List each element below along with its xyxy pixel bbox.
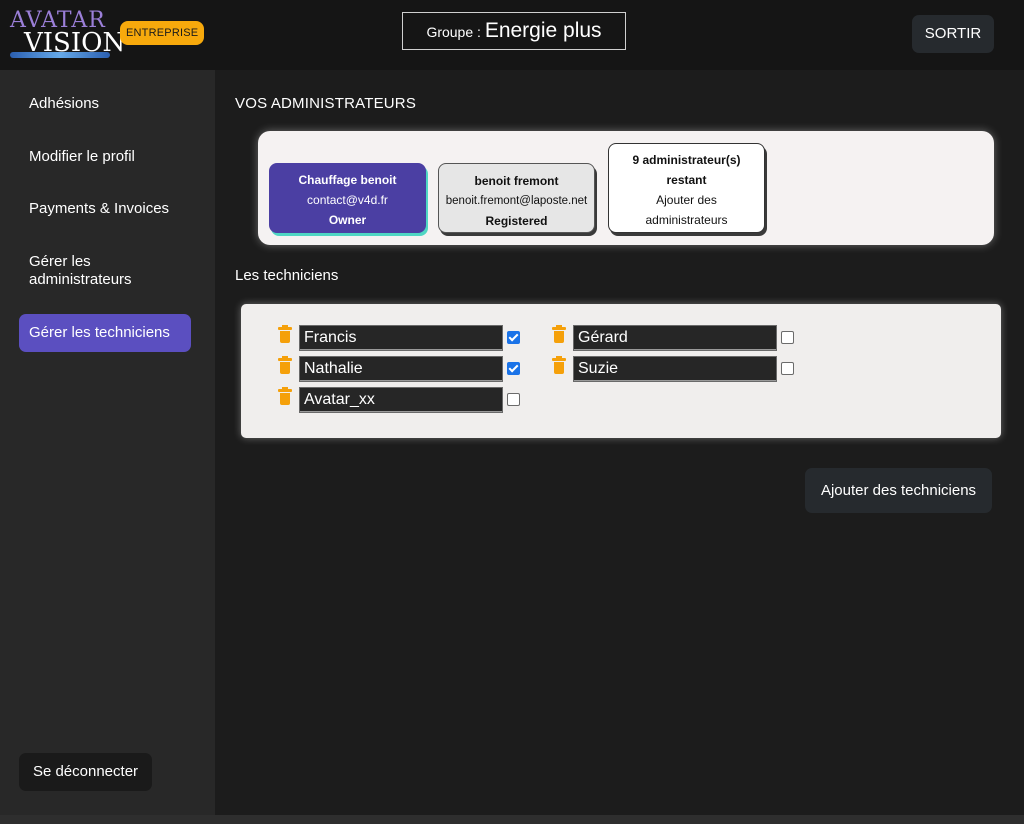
technician-name-input[interactable]: Nathalie [299,356,503,382]
technician-name-input[interactable]: Francis [299,325,503,351]
technician-name-input[interactable]: Avatar_xx [299,387,503,413]
group-label: Groupe : [426,24,485,40]
admin-role: Owner [328,213,367,227]
group-name: Energie plus [484,19,602,42]
sidebar-item-gerer-administrateurs[interactable]: Gérer les administrateurs [19,253,184,289]
logout-button[interactable]: Se déconnecter [19,753,152,791]
technician-name-input[interactable]: Gérard [573,325,777,351]
group-indicator: Groupe : Energie plus [402,12,626,50]
technician-name-input[interactable]: Suzie [573,356,777,382]
admin-card-registered[interactable]: benoit fremont benoit.fremont@laposte.ne… [438,163,595,233]
sidebar: Adhésions Modifier le profil Payments & … [0,70,215,815]
admin-name: Chauffage benoit [298,173,397,187]
trash-icon[interactable] [278,325,292,344]
trash-icon[interactable] [278,387,292,406]
logo-swoosh [10,52,110,58]
admin-email: benoit.fremont@laposte.net [445,195,588,207]
top-bar: AVATAR VISION ENTREPRISE Groupe : Energi… [0,0,1024,70]
technicians-section-title: Les techniciens [235,267,339,284]
add-admins-line-2: administrateurs [645,213,728,227]
exit-button[interactable]: SORTIR [912,15,994,53]
bottom-scrollbar [0,815,1024,824]
remaining-label: restant [666,173,707,187]
admin-role: Registered [485,214,548,228]
sidebar-item-adhesions[interactable]: Adhésions [19,95,191,113]
trash-icon[interactable] [552,325,566,344]
add-technicians-button[interactable]: Ajouter des techniciens [805,468,992,513]
trash-icon[interactable] [278,356,292,375]
technician-checkbox[interactable] [507,393,520,406]
add-admins-line-1: Ajouter des [656,193,717,207]
technician-checkbox[interactable] [507,331,520,344]
technician-checkbox[interactable] [507,362,520,375]
technician-checkbox[interactable] [781,362,794,375]
admins-section-title: VOS ADMINISTRATEURS [235,95,417,112]
avatar-vision-logo: AVATAR VISION [10,10,125,58]
technician-checkbox[interactable] [781,331,794,344]
trash-icon[interactable] [552,356,566,375]
sidebar-item-modifier-profil[interactable]: Modifier le profil [19,148,191,166]
entreprise-badge: ENTREPRISE [120,21,205,45]
add-administrators-card[interactable]: 9 administrateur(s) restant Ajouter des … [608,143,765,233]
technicians-panel: Francis Gérard Nathalie Suzie Avatar_xx [241,304,1001,438]
admins-panel: Chauffage benoit contact@v4d.fr Owner be… [258,131,994,245]
sidebar-item-payments-invoices[interactable]: Payments & Invoices [19,200,191,218]
admin-email: contact@v4d.fr [307,193,388,207]
sidebar-item-gerer-techniciens[interactable]: Gérer les techniciens [19,314,191,352]
remaining-count: 9 administrateur(s) [632,153,741,167]
admin-name: benoit fremont [474,174,559,188]
admin-card-owner[interactable]: Chauffage benoit contact@v4d.fr Owner [269,163,426,233]
